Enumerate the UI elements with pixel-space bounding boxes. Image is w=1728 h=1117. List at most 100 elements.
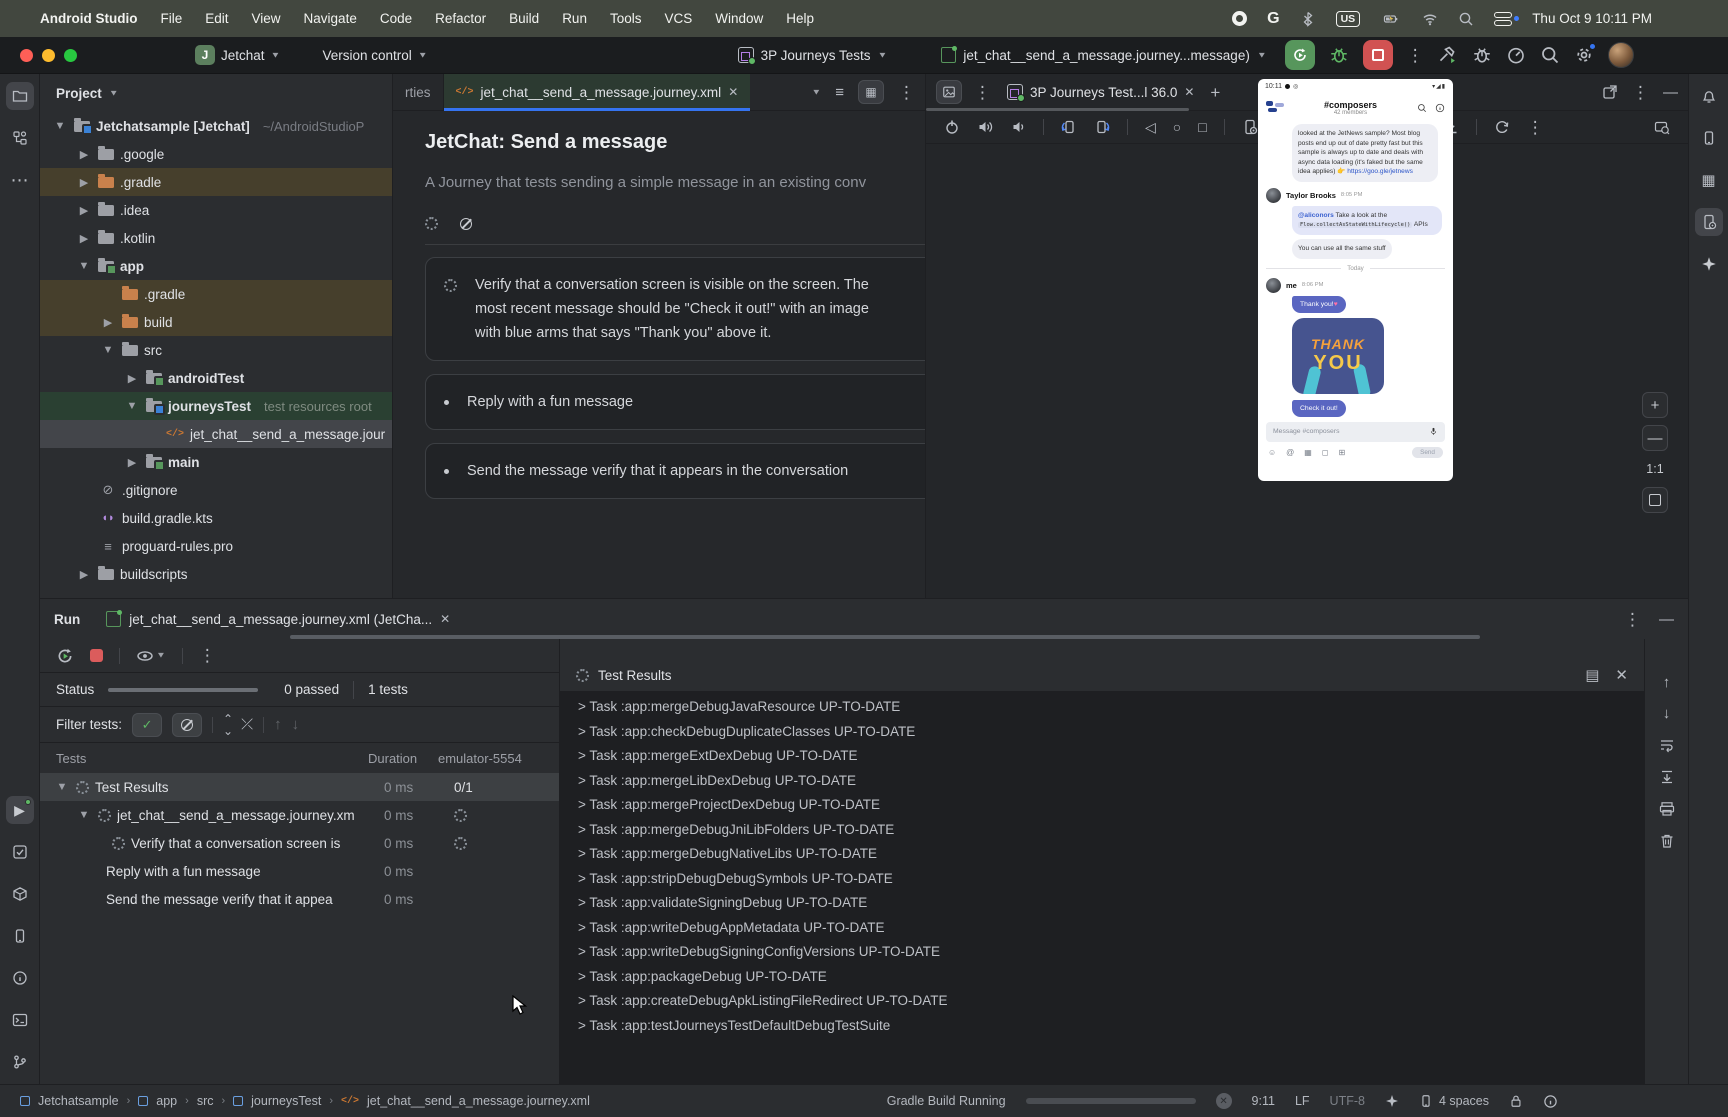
menu-navigate[interactable]: Navigate xyxy=(304,11,357,26)
panel-options-icon[interactable]: ⋮ xyxy=(974,84,991,101)
debug-button[interactable] xyxy=(1329,45,1349,65)
emulator-screen[interactable]: 10:11 ◎ ▾◢▮ #composers 42 members looked xyxy=(1258,79,1453,481)
tree-item-root[interactable]: ▼ Jetchatsample [Jetchat] ~/AndroidStudi… xyxy=(40,112,392,140)
mic-icon[interactable] xyxy=(1429,427,1438,436)
gemini-button[interactable] xyxy=(1695,250,1723,278)
chevron-right-icon[interactable]: ▶ xyxy=(124,456,140,469)
print-icon[interactable] xyxy=(1659,801,1675,817)
test-row-suite[interactable]: ▼ jet_chat__send_a_message.journey.xm 0 … xyxy=(40,801,559,829)
device-settings-icon[interactable] xyxy=(1242,119,1258,135)
tree-item-idea[interactable]: ▶.idea xyxy=(40,196,392,224)
test-row-reply[interactable]: Reply with a fun message 0 ms xyxy=(40,857,559,885)
menu-edit[interactable]: Edit xyxy=(205,11,228,26)
tab-scrollbar[interactable] xyxy=(926,108,1189,111)
rotate-right-icon[interactable] xyxy=(1094,119,1110,135)
menu-window[interactable]: Window xyxy=(715,11,763,26)
menu-code[interactable]: Code xyxy=(380,11,412,26)
image-picker-icon[interactable]: ▦ xyxy=(1304,448,1312,457)
tree-item-main[interactable]: ▶main xyxy=(40,448,392,476)
scroll-up-icon[interactable]: ↑ xyxy=(1663,675,1671,690)
zoom-to-fit-button[interactable] xyxy=(1642,487,1668,513)
chevron-down-icon[interactable]: ▼ xyxy=(100,344,116,356)
encoding-indicator[interactable]: UTF-8 xyxy=(1330,1094,1365,1108)
notifications-button[interactable] xyxy=(1695,82,1723,110)
google-menu-icon[interactable]: G xyxy=(1267,10,1279,28)
chevron-right-icon[interactable]: ▶ xyxy=(100,316,116,329)
tree-item-buildscripts[interactable]: ▶buildscripts xyxy=(40,560,392,588)
run-tool-window-button[interactable]: ▶ xyxy=(6,796,34,824)
build-tool-window-button[interactable] xyxy=(6,880,34,908)
editor-list-icon[interactable]: ≡ xyxy=(835,85,844,100)
tree-item-kotlin[interactable]: ▶.kotlin xyxy=(40,224,392,252)
run-panel-title[interactable]: Run xyxy=(54,612,80,627)
close-run-tab-icon[interactable]: ✕ xyxy=(440,613,450,625)
tree-item-gradle-root[interactable]: ▶.gradle xyxy=(40,168,392,196)
panel-more-icon[interactable]: ⋮ xyxy=(1632,84,1649,101)
hide-panel-icon[interactable]: — xyxy=(1663,85,1678,100)
clear-all-icon[interactable] xyxy=(1659,833,1675,849)
cancel-journey-icon[interactable] xyxy=(460,218,472,230)
screenshot-test-icon[interactable] xyxy=(1654,119,1670,135)
gradle-console-output[interactable]: > Task :app:mergeDebugJavaResource UP-TO… xyxy=(560,691,1644,1085)
chevron-down-icon[interactable]: ▼ xyxy=(54,781,70,793)
tree-item-proguard[interactable]: ≡proguard-rules.pro xyxy=(40,532,392,560)
zoom-window-button[interactable] xyxy=(64,49,77,62)
menu-bar-clock[interactable]: Thu Oct 9 10:11 PM xyxy=(1532,11,1652,26)
breadcrumb-file[interactable]: jet_chat__send_a_message.journey.xml xyxy=(367,1094,590,1108)
expand-icon[interactable]: ⊞ xyxy=(1339,448,1346,457)
volume-down-icon[interactable] xyxy=(1010,119,1026,135)
spotlight-search-icon[interactable] xyxy=(1458,11,1474,27)
build-run-icon[interactable] xyxy=(1438,45,1458,65)
chat-info-icon[interactable] xyxy=(1435,103,1445,113)
breadcrumb-project[interactable]: Jetchatsample xyxy=(38,1094,119,1108)
zoom-in-button[interactable]: + xyxy=(1642,392,1668,418)
structure-tool-window-button[interactable] xyxy=(6,124,34,152)
collapse-all-icon[interactable]: ⤫ xyxy=(241,717,253,732)
restart-device-icon[interactable] xyxy=(1494,119,1510,135)
chevron-down-icon[interactable]: ▼ xyxy=(124,400,140,412)
zoom-level-label[interactable]: 1:1 xyxy=(1646,458,1663,480)
project-tool-window-button[interactable] xyxy=(6,82,34,110)
sender-avatar[interactable] xyxy=(1266,188,1281,203)
chevron-right-icon[interactable]: ▶ xyxy=(76,568,92,581)
chevron-right-icon[interactable]: ▶ xyxy=(76,148,92,161)
ai-assistant-icon[interactable] xyxy=(1385,1094,1399,1108)
tree-item-build-gradle[interactable]: ◖◗build.gradle.kts xyxy=(40,504,392,532)
test-more-options-icon[interactable]: ⋮ xyxy=(199,647,216,664)
zoom-out-button[interactable]: — xyxy=(1642,425,1668,451)
close-tab-icon[interactable]: ✕ xyxy=(728,86,738,98)
breadcrumb-journeystest[interactable]: journeysTest xyxy=(251,1094,321,1108)
version-control-button[interactable] xyxy=(6,1048,34,1076)
mention-icon[interactable]: @ xyxy=(1286,448,1294,457)
stop-button[interactable] xyxy=(1363,40,1393,70)
chat-search-icon[interactable] xyxy=(1417,103,1427,113)
menu-view[interactable]: View xyxy=(252,11,281,26)
rotate-left-icon[interactable] xyxy=(1061,119,1077,135)
close-window-button[interactable] xyxy=(20,49,33,62)
tab-running-device[interactable]: 3P Journeys Test...l 36.0 ✕ xyxy=(1003,84,1198,100)
expand-all-icon[interactable]: ⌃⌄ xyxy=(223,713,231,737)
next-failed-icon[interactable]: ↓ xyxy=(292,717,300,732)
close-console-icon[interactable]: ✕ xyxy=(1615,668,1628,683)
screen-record-icon[interactable] xyxy=(1232,11,1247,26)
menu-run[interactable]: Run xyxy=(562,11,587,26)
tree-item-app[interactable]: ▼app xyxy=(40,252,392,280)
menu-file[interactable]: File xyxy=(160,11,182,26)
project-widget[interactable]: J Jetchat▼ xyxy=(195,45,280,65)
attach-debugger-icon[interactable] xyxy=(1472,45,1492,65)
chevron-down-icon[interactable]: ▼ xyxy=(76,809,92,821)
breadcrumb-app[interactable]: app xyxy=(156,1094,177,1108)
device-selector[interactable]: 3P Journeys Tests▼ xyxy=(738,47,888,63)
chevron-down-icon[interactable]: ▼ xyxy=(76,260,92,272)
test-row-root[interactable]: ▼ Test Results 0 ms 0/1 xyxy=(40,773,559,801)
bluetooth-icon[interactable] xyxy=(1300,11,1316,27)
chevron-right-icon[interactable]: ▶ xyxy=(76,176,92,189)
rerun-tests-icon[interactable] xyxy=(56,647,74,665)
watch-options-icon[interactable]: ▼ xyxy=(136,647,166,665)
stop-tests-icon[interactable] xyxy=(90,649,103,662)
emoji-icon[interactable]: ☺ xyxy=(1268,448,1276,457)
menu-android-studio[interactable]: Android Studio xyxy=(40,11,137,26)
cancel-build-icon[interactable]: ✕ xyxy=(1216,1093,1232,1109)
hide-run-panel-icon[interactable]: — xyxy=(1659,612,1674,627)
chevron-right-icon[interactable]: ▶ xyxy=(124,372,140,385)
